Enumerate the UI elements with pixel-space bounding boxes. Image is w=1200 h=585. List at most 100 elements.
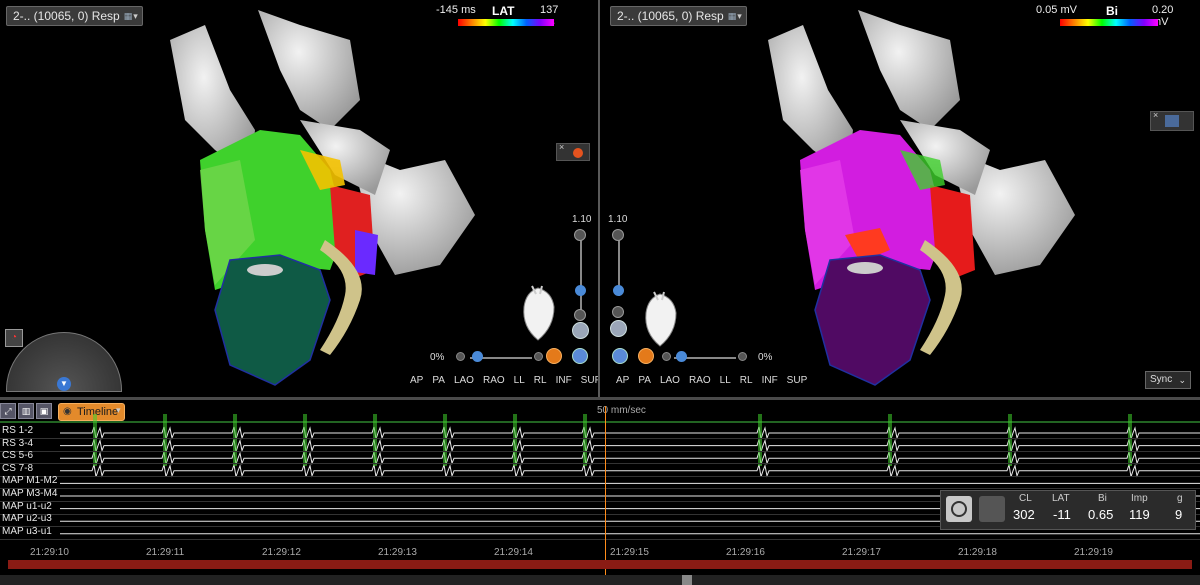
heart-icon[interactable] <box>572 322 589 339</box>
beat-annotation <box>233 414 237 466</box>
opacity-slider-thumb[interactable] <box>472 351 483 362</box>
readout-value-imp: 119 <box>1129 507 1150 522</box>
readout-value-bi: 0.65 <box>1088 507 1114 522</box>
color-mode-button[interactable] <box>638 348 654 364</box>
opacity-minus-button[interactable] <box>662 352 671 361</box>
view-ap-button[interactable]: AP <box>410 375 423 386</box>
heart-orientation-icon[interactable] <box>640 288 680 350</box>
channel-separator <box>0 538 1200 540</box>
ecg-signal-area[interactable]: ⤢ ▥ ▣ Timeline ▾ 50 mm/sec RS 1-2RS 3-4C… <box>0 400 1200 585</box>
channel-label[interactable]: RS 1-2 <box>2 425 33 436</box>
view-ap-button[interactable]: AP <box>616 375 629 386</box>
left-map-pane[interactable]: 2-.. (10065, 0) Resp ▾ -145 ms LAT 137 m… <box>0 0 598 397</box>
zoom-in-button[interactable] <box>574 229 586 241</box>
readout-value-g: 9 <box>1175 507 1183 522</box>
opacity-value: 0% <box>430 352 445 363</box>
zoom-out-button[interactable] <box>574 309 586 321</box>
view-rao-button[interactable]: RAO <box>689 375 711 386</box>
close-icon[interactable]: × <box>1153 110 1158 120</box>
marker-icon <box>573 148 583 158</box>
time-tick-label: 21:29:15 <box>610 547 649 558</box>
hand-icon[interactable] <box>979 496 1005 522</box>
beat-annotation <box>163 414 167 466</box>
ecg-scrollbar-thumb[interactable] <box>682 575 692 585</box>
heart-icon[interactable] <box>610 320 627 337</box>
time-tick-label: 21:29:14 <box>494 547 533 558</box>
view-lao-button[interactable]: LAO <box>660 375 680 386</box>
sync-label: Sync <box>1150 374 1173 385</box>
opacity-plus-button[interactable] <box>534 352 543 361</box>
channel-label[interactable]: CS 5-6 <box>2 450 33 461</box>
readout-header-g: g <box>1177 493 1183 504</box>
view-buttons-left: AP PA LAO RAO LL RL INF SUP <box>410 375 598 386</box>
zoom-slider-track[interactable] <box>580 236 582 316</box>
anatomy-3d-bipolar[interactable] <box>600 0 1200 397</box>
readout-header-bi: Bi <box>1098 493 1107 504</box>
time-tick-label: 21:29:11 <box>146 547 185 558</box>
channel-label[interactable]: MAP u2-u3 <box>2 513 52 524</box>
time-tick-label: 21:29:17 <box>842 547 881 558</box>
right-map-pane[interactable]: 2-.. (10065, 0) Resp ▾ 0.05 mV Bi 0.20 m… <box>600 0 1200 397</box>
channel-label[interactable]: CS 7-8 <box>2 463 33 474</box>
view-rl-button[interactable]: RL <box>534 375 547 386</box>
view-ll-button[interactable]: LL <box>720 375 731 386</box>
catheter-icon[interactable]: ◔ <box>5 329 23 347</box>
overlay-widget[interactable]: × <box>556 142 590 161</box>
view-pa-button[interactable]: PA <box>638 375 651 386</box>
view-lao-button[interactable]: LAO <box>454 375 474 386</box>
view-inf-button[interactable]: INF <box>762 375 778 386</box>
time-tick-label: 21:29:19 <box>1074 547 1113 558</box>
overlay-widget[interactable]: × <box>1150 110 1194 131</box>
color-mode-button[interactable] <box>546 348 562 364</box>
opacity-plus-button[interactable] <box>738 352 747 361</box>
opacity-value: 0% <box>758 352 773 363</box>
opacity-slider-thumb[interactable] <box>676 351 687 362</box>
time-tick-label: 21:29:10 <box>30 547 69 558</box>
opacity-minus-button[interactable] <box>456 352 465 361</box>
beat-annotation <box>583 414 587 466</box>
view-rao-button[interactable]: RAO <box>483 375 505 386</box>
channel-label[interactable]: MAP M1-M2 <box>2 475 57 486</box>
beat-annotation <box>443 414 447 466</box>
zoom-slider-thumb[interactable] <box>575 285 586 296</box>
view-ll-button[interactable]: LL <box>514 375 525 386</box>
readout-value-cl: 302 <box>1013 507 1035 522</box>
channel-label[interactable]: RS 3-4 <box>2 438 33 449</box>
heart-orientation-icon[interactable] <box>518 282 558 344</box>
rotate-button[interactable] <box>612 348 628 364</box>
channel-label[interactable]: MAP M3-M4 <box>2 488 57 499</box>
time-tick-label: 21:29:12 <box>262 547 301 558</box>
time-tick-label: 21:29:16 <box>726 547 765 558</box>
sync-select[interactable]: Sync ⌄ <box>1145 371 1191 389</box>
zoom-level: 1.10 <box>572 214 592 225</box>
beat-annotation <box>373 414 377 466</box>
channel-separator <box>0 438 1200 439</box>
zoom-out-button[interactable] <box>612 306 624 318</box>
view-sup-button[interactable]: SUP <box>787 375 808 386</box>
target-icon[interactable] <box>946 496 972 522</box>
readout-value-lat: -11 <box>1053 507 1071 522</box>
view-buttons-right: AP PA LAO RAO LL RL INF SUP <box>616 375 816 386</box>
view-rl-button[interactable]: RL <box>740 375 753 386</box>
zoom-level: 1.10 <box>608 214 628 225</box>
zoom-slider-thumb[interactable] <box>613 285 624 296</box>
vessel-top <box>258 10 360 130</box>
view-inf-button[interactable]: INF <box>556 375 572 386</box>
chevron-down-icon[interactable]: ▼ <box>57 377 71 391</box>
close-icon[interactable]: × <box>559 142 564 152</box>
time-cursor[interactable] <box>605 406 606 578</box>
chevron-down-icon[interactable]: ⌄ <box>1178 372 1186 388</box>
zoom-in-button[interactable] <box>612 229 624 241</box>
channel-separator <box>0 463 1200 465</box>
rotate-button[interactable] <box>572 348 588 364</box>
ecg-scrollbar[interactable] <box>0 575 1200 585</box>
channel-label[interactable]: MAP u3-u1 <box>2 526 52 537</box>
channel-label[interactable]: MAP u1-u2 <box>2 501 52 512</box>
timeline-bar[interactable] <box>8 560 1192 569</box>
view-pa-button[interactable]: PA <box>432 375 445 386</box>
readout-header-imp: Imp <box>1131 493 1148 504</box>
view-sup-button[interactable]: SUP <box>581 375 598 386</box>
beat-annotation <box>93 414 97 466</box>
beat-annotation <box>1008 414 1012 466</box>
catheter-widget-icon <box>1165 115 1179 127</box>
